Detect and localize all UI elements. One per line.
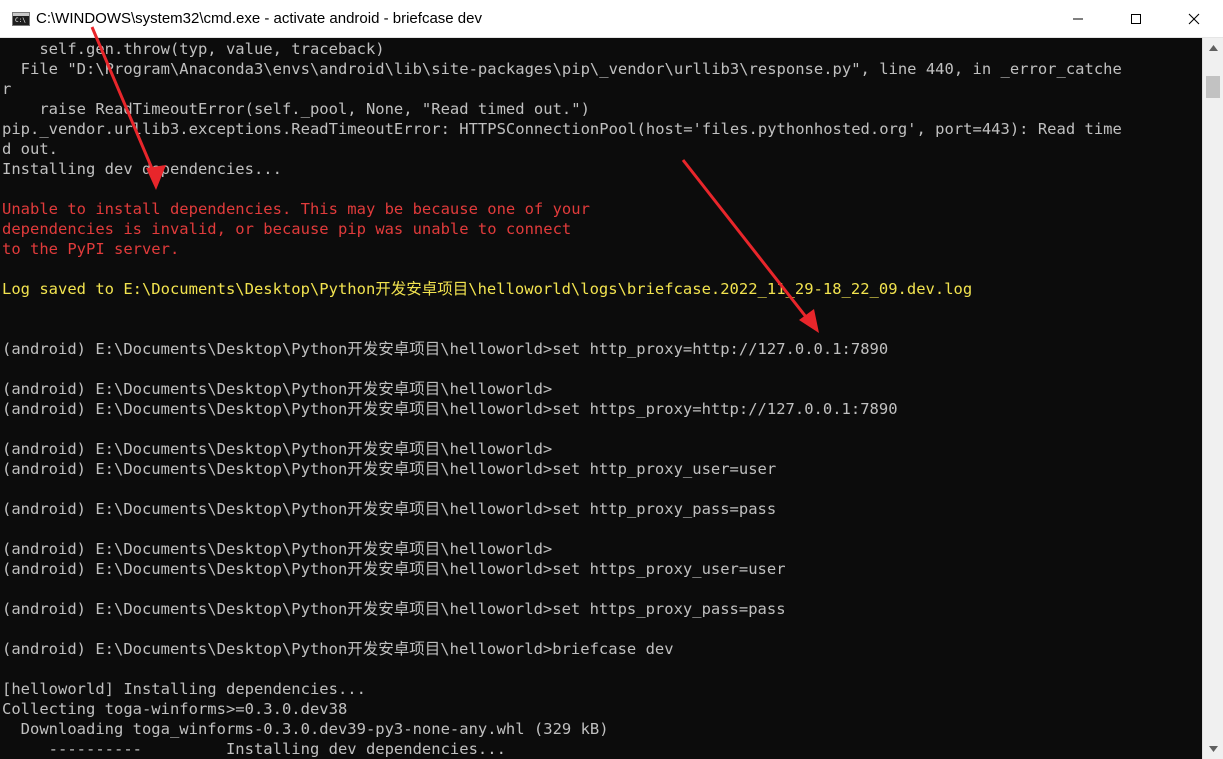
console-line: (android) E:\Documents\Desktop\Python开发安… [2, 640, 674, 658]
console-line: Collecting toga-winforms>=0.3.0.dev38 [2, 700, 348, 718]
console-output[interactable]: self.gen.throw(typ, value, traceback) Fi… [0, 38, 1202, 759]
console-line: (android) E:\Documents\Desktop\Python开发安… [2, 340, 889, 358]
console-line: File "D:\Program\Anaconda3\envs\android\… [2, 60, 1122, 78]
console-line: Unable to install dependencies. This may… [2, 200, 590, 218]
console-line: (android) E:\Documents\Desktop\Python开发安… [2, 500, 777, 518]
cmd-window: C:\ C:\WINDOWS\system32\cmd.exe - activa… [0, 0, 1223, 759]
window-controls [1049, 0, 1223, 38]
console-line: (android) E:\Documents\Desktop\Python开发安… [2, 560, 786, 578]
maximize-icon [1131, 14, 1141, 24]
console-line: (android) E:\Documents\Desktop\Python开发安… [2, 440, 553, 458]
console-line: pip._vendor.urllib3.exceptions.ReadTimeo… [2, 120, 1122, 138]
vertical-scrollbar[interactable] [1202, 38, 1223, 759]
console-line: (android) E:\Documents\Desktop\Python开发安… [2, 540, 553, 558]
console-line: to the PyPI server. [2, 240, 180, 258]
chevron-down-icon [1208, 746, 1218, 752]
console-line: dependencies is invalid, or because pip … [2, 220, 572, 238]
console-line: Installing dev dependencies... [2, 160, 282, 178]
console-line: d out. [2, 140, 58, 158]
close-button[interactable] [1165, 0, 1223, 38]
console-line: Log saved to E:\Documents\Desktop\Python… [2, 280, 973, 298]
chevron-up-icon [1208, 45, 1218, 51]
window-title: C:\WINDOWS\system32\cmd.exe - activate a… [36, 10, 482, 27]
console-line: raise ReadTimeoutError(self._pool, None,… [2, 100, 590, 118]
console-line: [helloworld] Installing dependencies... [2, 680, 366, 698]
console-line: self.gen.throw(typ, value, traceback) [2, 40, 385, 58]
maximize-button[interactable] [1107, 0, 1165, 38]
scroll-thumb[interactable] [1206, 76, 1220, 98]
console-line: (android) E:\Documents\Desktop\Python开发安… [2, 460, 777, 478]
console-line: Downloading toga_winforms-0.3.0.dev39-py… [2, 720, 609, 738]
scroll-up-button[interactable] [1203, 38, 1223, 58]
console-line: r [2, 80, 12, 98]
console-line: (android) E:\Documents\Desktop\Python开发安… [2, 400, 898, 418]
console-line: (android) E:\Documents\Desktop\Python开发安… [2, 600, 786, 618]
title-bar[interactable]: C:\ C:\WINDOWS\system32\cmd.exe - activa… [0, 0, 1223, 38]
minimize-icon [1073, 18, 1083, 20]
cmd-icon[interactable]: C:\ [12, 11, 30, 26]
console-line: ---------- Installing dev dependencies..… [2, 740, 506, 758]
minimize-button[interactable] [1049, 0, 1107, 38]
close-icon [1188, 13, 1200, 25]
console-line: (android) E:\Documents\Desktop\Python开发安… [2, 380, 553, 398]
scroll-down-button[interactable] [1203, 739, 1223, 759]
